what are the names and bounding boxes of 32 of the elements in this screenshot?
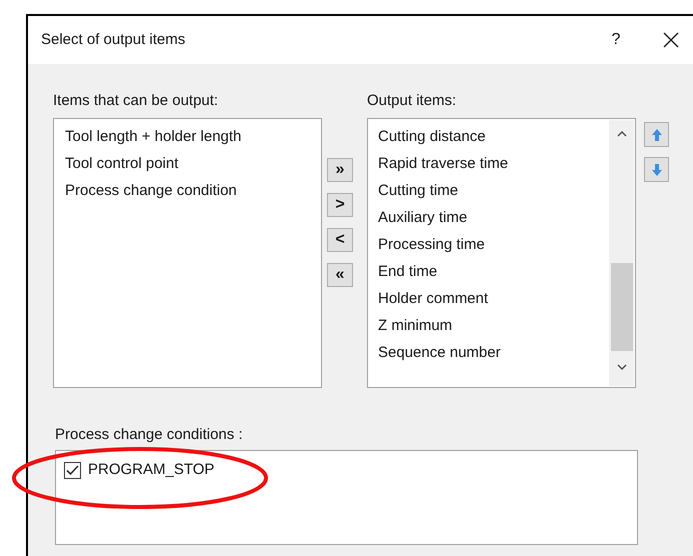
conditions-label: Process change conditions :	[55, 425, 244, 445]
list-label: Items that can be output:	[53, 91, 220, 111]
checkbox[interactable]	[64, 462, 81, 478]
scrollbar-thumb[interactable]	[610, 263, 632, 351]
chevron-down-icon[interactable]	[616, 364, 626, 370]
move-button[interactable]: «	[327, 263, 353, 287]
move-button[interactable]: »	[327, 158, 353, 182]
list-item[interactable]: Processing time	[378, 231, 609, 258]
close-icon[interactable]	[663, 32, 679, 48]
help-button[interactable]: ?	[602, 28, 630, 52]
list-item[interactable]: Tool length + holder length	[65, 123, 321, 150]
move-up-button[interactable]	[644, 122, 669, 147]
list-item[interactable]: Rapid traverse time	[378, 150, 609, 177]
list-item[interactable]: Holder comment	[378, 285, 609, 312]
list-label: Output items:	[367, 91, 458, 111]
list-item[interactable]: Auxiliary time	[378, 204, 609, 231]
chevron-up-icon[interactable]	[616, 131, 626, 137]
list-item[interactable]: Tool control point	[65, 150, 321, 177]
list-item[interactable]: Sequence number	[378, 339, 609, 366]
list-item[interactable]: Cutting time	[378, 177, 609, 204]
scrollbar[interactable]	[609, 120, 634, 386]
move-down-button[interactable]	[644, 157, 669, 182]
up-arrow-icon	[650, 128, 662, 142]
down-arrow-icon	[650, 162, 662, 176]
list-item[interactable]: End time	[378, 258, 609, 285]
move-button[interactable]: <	[327, 228, 353, 252]
move-button[interactable]: >	[327, 193, 353, 217]
list-item[interactable]: Z minimum	[378, 312, 609, 339]
list-item[interactable]: Cutting distance	[378, 123, 609, 150]
window-title: Select of output items	[41, 30, 186, 50]
checkbox-label: PROGRAM_STOP	[88, 460, 214, 480]
list-item[interactable]: Process change condition	[65, 177, 321, 204]
